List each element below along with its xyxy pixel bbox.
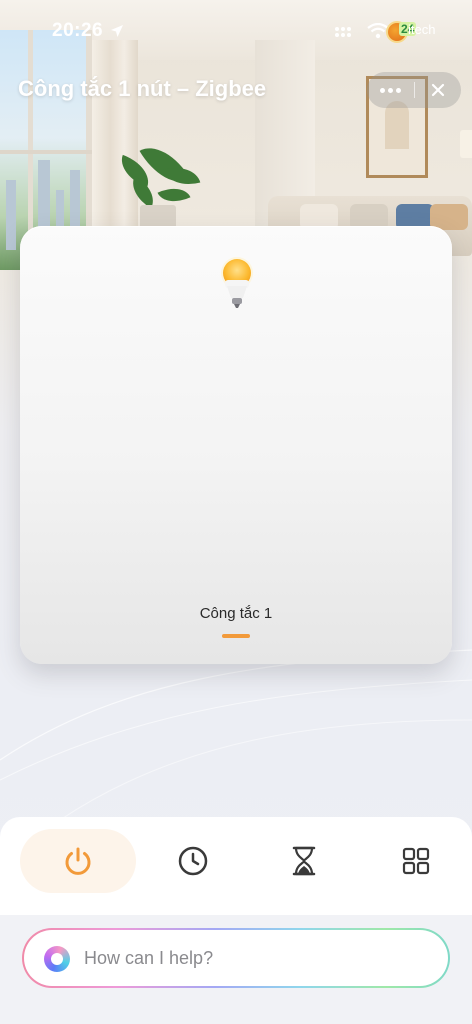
location-arrow-icon (111, 25, 123, 37)
tab-more[interactable] (358, 829, 472, 893)
tab-schedule[interactable] (135, 829, 251, 893)
hourglass-icon (292, 846, 316, 876)
assistant-input-container[interactable] (22, 928, 450, 988)
switch-label: Công tắc 1 (199, 605, 273, 622)
cellular-signal-icon (335, 27, 351, 37)
page-title: Công tắc 1 nút – Zigbee (18, 76, 267, 101)
more-icon (380, 87, 385, 93)
status-time: 20:26 (52, 20, 104, 41)
switch-panel-button[interactable]: Công tắc 1 (20, 226, 452, 664)
power-icon (65, 847, 91, 875)
assistant-input-box (24, 930, 448, 986)
light-bulb-icon (221, 257, 253, 308)
assistant-bar (0, 915, 472, 1024)
clock-icon (178, 846, 208, 876)
header-capsule (367, 72, 461, 108)
tab-power[interactable] (20, 829, 136, 893)
bottom-tab-bar (0, 817, 472, 915)
switch-on-indicator (222, 634, 250, 638)
status-bar: 20:26 24 itech (0, 0, 472, 62)
close-button[interactable] (415, 72, 461, 108)
watermark-text: itech (408, 22, 436, 37)
ai-assistant-icon (44, 946, 70, 972)
assistant-input[interactable] (84, 930, 424, 986)
wall-lamp (460, 130, 472, 158)
grid-icon (402, 847, 430, 875)
close-icon (431, 83, 445, 97)
more-options-button[interactable] (367, 72, 414, 108)
tab-timer[interactable] (246, 829, 362, 893)
